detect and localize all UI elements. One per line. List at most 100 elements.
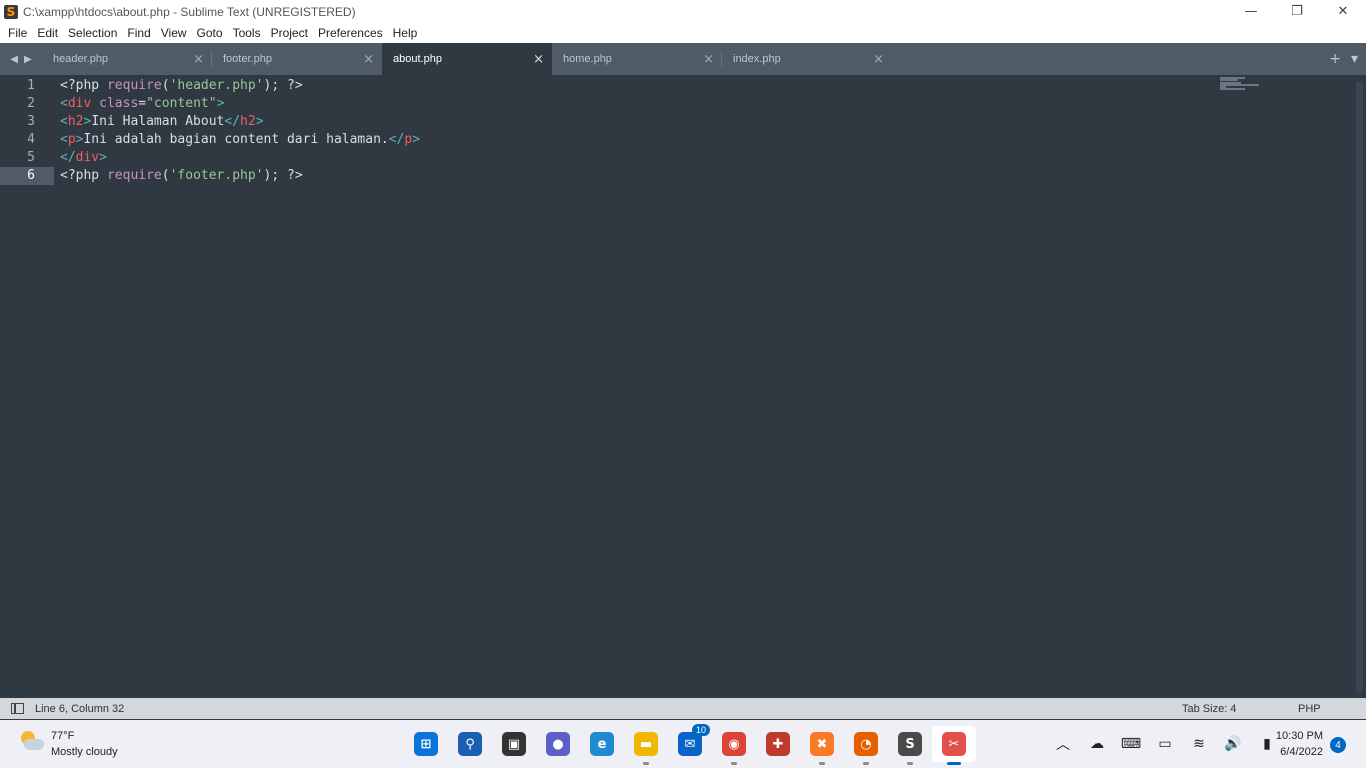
tab-index-php[interactable]: index.php ×: [722, 43, 892, 75]
chrome-icon: ◉: [722, 732, 746, 756]
volume-icon[interactable]: 🔊: [1216, 736, 1250, 752]
tab-about-php[interactable]: about.php ×: [382, 43, 552, 75]
minimap-line: [1220, 88, 1246, 91]
tab-header-php[interactable]: header.php ×: [42, 43, 212, 75]
search-button[interactable]: ⚲: [448, 726, 492, 762]
code-token: 'header.php': [169, 78, 264, 93]
code-token: h2: [240, 114, 256, 129]
tab-label: index.php: [733, 53, 781, 65]
code-editor[interactable]: 123456 <?php require('header.php'); ?> <d…: [0, 75, 1366, 698]
menu-selection[interactable]: Selection: [63, 26, 122, 40]
sublime-app[interactable]: S: [888, 726, 932, 765]
restore-button[interactable]: ❐: [1274, 0, 1320, 23]
touchpad-icon[interactable]: ▭: [1148, 736, 1182, 752]
code-line[interactable]: <h2>Ini Halaman About</h2>: [60, 113, 420, 131]
start-icon: ⊞: [414, 732, 438, 756]
tab-label: header.php: [53, 53, 109, 65]
menu-goto[interactable]: Goto: [192, 26, 228, 40]
gift-app[interactable]: ✚: [756, 726, 800, 762]
menu-preferences[interactable]: Preferences: [313, 26, 388, 40]
close-button[interactable]: ✕: [1320, 0, 1366, 23]
tab-bar: ◀ ▶ header.php × footer.php × about.php …: [0, 43, 1366, 75]
menu-find[interactable]: Find: [122, 26, 155, 40]
tab-close-icon[interactable]: ×: [873, 52, 884, 67]
code-token: <?php: [60, 78, 107, 93]
tab-close-icon[interactable]: ×: [533, 52, 544, 67]
code-token: ); ?>: [263, 78, 303, 93]
tab-size[interactable]: Tab Size: 4: [1182, 703, 1236, 715]
code-line[interactable]: </div>: [60, 149, 420, 167]
minimap[interactable]: [1220, 77, 1266, 91]
chat-icon: ●: [546, 732, 570, 756]
syntax-selector[interactable]: PHP: [1298, 703, 1321, 715]
code-token: p: [67, 132, 76, 147]
code-line[interactable]: <p > Ini adalah bagian content dari halama…: [60, 131, 420, 149]
line-number-gutter: 1 2 3 4 5 6: [0, 77, 54, 185]
start-button[interactable]: ⊞: [404, 726, 448, 762]
weather-condition: Mostly cloudy: [51, 746, 118, 758]
tab-close-icon[interactable]: ×: [703, 52, 714, 67]
vertical-scrollbar[interactable]: [1356, 81, 1363, 693]
menu-tools[interactable]: Tools: [228, 26, 266, 40]
code-area[interactable]: <?php require('header.php'); ?> <div clas…: [60, 77, 420, 185]
snipping-tool-app[interactable]: ✂: [932, 726, 976, 765]
keyboard-icon[interactable]: ⌨: [1114, 736, 1148, 752]
xampp-icon: ✖: [810, 732, 834, 756]
code-token: <: [60, 114, 68, 129]
minimize-button[interactable]: —: [1228, 0, 1274, 23]
notification-badge[interactable]: 4: [1330, 737, 1346, 753]
menu-edit[interactable]: Edit: [32, 26, 63, 40]
panel-toggle-icon[interactable]: [11, 703, 24, 714]
code-token: =: [138, 96, 147, 111]
clock[interactable]: 10:30 PM 6/4/2022: [1271, 728, 1323, 760]
tab-label: about.php: [393, 53, 442, 65]
firefox-app[interactable]: ◔: [844, 726, 888, 765]
sublime-logo-icon: S: [4, 4, 18, 19]
code-line[interactable]: <div class="content">: [60, 95, 420, 113]
running-indicator: [731, 762, 737, 765]
firefox-icon: ◔: [854, 732, 878, 756]
cursor-position[interactable]: Line 6, Column 32: [35, 703, 124, 715]
menu-view[interactable]: View: [156, 26, 192, 40]
tab-dropdown-icon[interactable]: ▾: [1351, 51, 1358, 67]
partly-cloudy-icon: [18, 728, 44, 754]
menu-project[interactable]: Project: [266, 26, 313, 40]
code-token: >: [412, 132, 421, 147]
running-indicator: [643, 762, 649, 765]
code-token: "content": [146, 96, 217, 111]
weather-widget[interactable]: 77°F Mostly cloudy: [18, 728, 118, 760]
search-icon: ⚲: [458, 732, 482, 756]
edge-app[interactable]: e: [580, 726, 624, 762]
mail-app[interactable]: ✉ 10: [668, 724, 712, 762]
tab-prev-icon[interactable]: ◀: [10, 54, 18, 65]
menu-help[interactable]: Help: [388, 26, 423, 40]
tab-close-icon[interactable]: ×: [363, 52, 374, 67]
tab-next-icon[interactable]: ▶: [24, 54, 32, 65]
menu-file[interactable]: File: [3, 26, 32, 40]
code-token: div: [67, 96, 92, 111]
onedrive-icon[interactable]: ☁: [1080, 736, 1114, 752]
code-line[interactable]: <?php require('footer.php'); ?>: [60, 167, 420, 185]
tab-home-php[interactable]: home.php ×: [552, 43, 722, 75]
file-explorer-app[interactable]: ▬: [624, 726, 668, 765]
edge-icon: e: [590, 732, 614, 756]
tab-close-icon[interactable]: ×: [193, 52, 204, 67]
code-token: class: [99, 96, 139, 111]
new-tab-icon[interactable]: +: [1329, 51, 1341, 67]
window-controls: — ❐ ✕: [1228, 0, 1366, 23]
code-token: </: [224, 114, 241, 129]
chat-button[interactable]: ●: [536, 726, 580, 762]
task-view-button[interactable]: ▣: [492, 726, 536, 762]
wifi-icon[interactable]: ≋: [1182, 736, 1216, 752]
code-token: </: [388, 132, 405, 147]
code-token: >: [99, 150, 107, 165]
code-line[interactable]: <?php require('header.php'); ?>: [60, 77, 420, 95]
running-indicator: [907, 762, 913, 765]
xampp-app[interactable]: ✖: [800, 726, 844, 765]
tab-footer-php[interactable]: footer.php ×: [212, 43, 382, 75]
code-token: (: [161, 168, 170, 183]
code-token: >: [255, 114, 264, 129]
code-token: 'footer.php': [169, 168, 264, 183]
chrome-app[interactable]: ◉: [712, 726, 756, 765]
chevron-up-icon[interactable]: ︿: [1046, 734, 1080, 754]
